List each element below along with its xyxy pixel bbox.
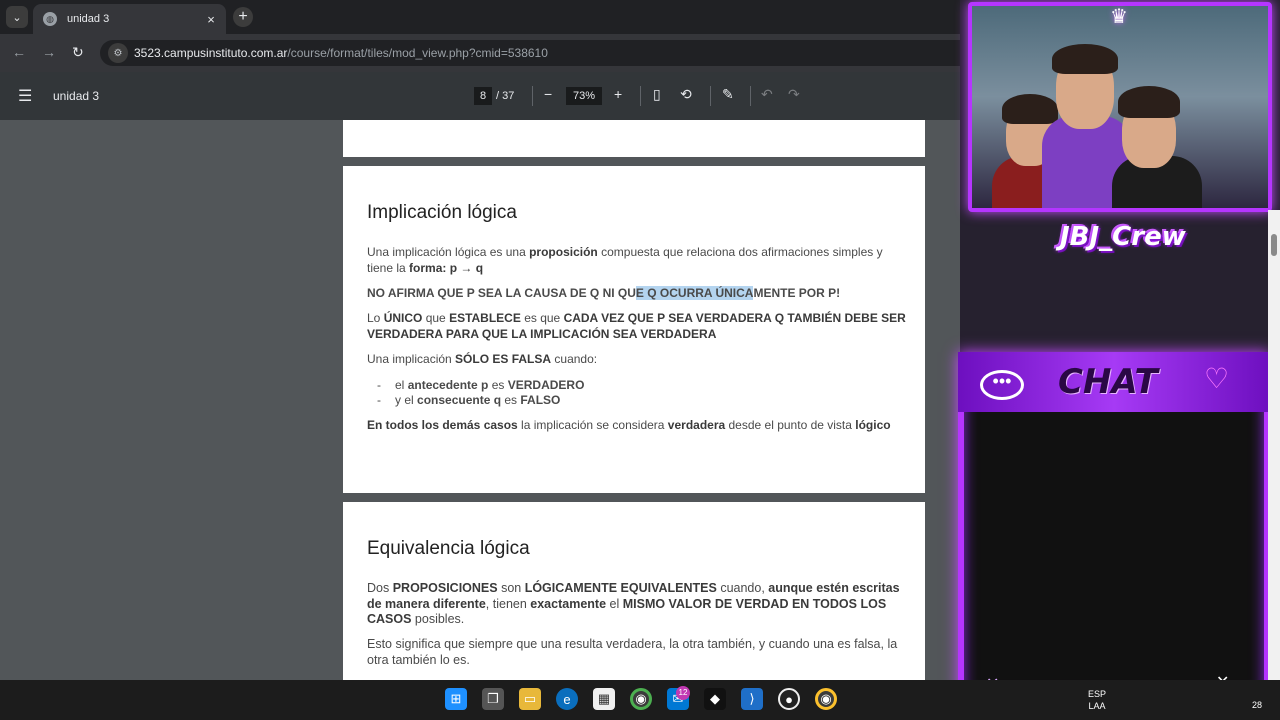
chat-bubble-icon: ••• xyxy=(980,370,1024,400)
scrollbar-thumb[interactable] xyxy=(1271,234,1277,256)
annotate-pen-icon[interactable]: ✎ xyxy=(722,86,734,103)
heart-icon: ♡ xyxy=(1204,363,1230,394)
address-bar[interactable]: ⚙ 3523.campusinstituto.com.ar/course/for… xyxy=(100,40,980,66)
section-heading: Implicación lógica xyxy=(367,202,517,223)
person-hair xyxy=(1118,86,1180,118)
paragraph-definition: Dos PROPOSICIONES son LÓGICAMENTE EQUIVA… xyxy=(367,581,900,626)
reload-icon[interactable]: ↻ xyxy=(72,44,84,61)
obs-icon[interactable]: ● xyxy=(778,688,800,710)
pdf-page-implicacion: Implicación lógica Una implicación lógic… xyxy=(343,166,925,493)
tab-close-icon[interactable]: × xyxy=(202,12,220,27)
person-hair xyxy=(1002,94,1058,124)
windows-start-icon[interactable]: ⊞ xyxy=(445,688,467,710)
list-item: - el antecedente p es VERDADERO xyxy=(377,378,585,392)
zoom-in-button[interactable]: + xyxy=(614,86,622,102)
pdf-page-previous xyxy=(343,120,925,157)
language-indicator[interactable]: ESP LAA xyxy=(1088,688,1106,712)
tab-title: unidad 3 xyxy=(67,13,110,25)
chevron-down-icon: ⌄ xyxy=(12,11,22,24)
forward-icon[interactable]: → xyxy=(42,44,56,60)
undo-icon[interactable]: ↶ xyxy=(761,86,773,103)
back-icon[interactable]: ← xyxy=(12,44,26,60)
vscode-icon[interactable]: ⟩ xyxy=(741,688,763,710)
text-selection-highlight: E Q OCURRA ÚNICA xyxy=(635,286,754,300)
task-view-icon[interactable]: ❐ xyxy=(482,688,504,710)
paragraph-definition: Una implicación lógica es una proposició… xyxy=(367,245,883,275)
crown-icon: ♛ xyxy=(1110,6,1128,28)
list-item: -y el consecuente q es FALSO xyxy=(377,393,561,407)
toolbar-divider xyxy=(750,86,751,106)
globe-icon: ◍ xyxy=(43,12,57,26)
paragraph-warning: NO AFIRMA QUE P SEA LA CAUSA DE Q NI QUE… xyxy=(367,286,841,300)
url-host: 3523.campusinstituto.com.ar xyxy=(134,46,288,60)
tidal-icon[interactable]: ◆ xyxy=(704,688,726,710)
rotate-icon[interactable]: ⟲ xyxy=(680,86,692,103)
menu-icon[interactable]: ☰ xyxy=(18,86,32,106)
toolbar-divider xyxy=(532,86,533,106)
crew-logo-text: JBJ_Crew xyxy=(1060,222,1186,252)
file-explorer-icon[interactable]: ▭ xyxy=(519,688,541,710)
paragraph-solo-falsa: Una implicación SÓLO ES FALSA cuando: xyxy=(367,352,598,366)
tab-search-button[interactable]: ⌄ xyxy=(6,6,28,28)
tab-unidad-3[interactable]: ◍ unidad 3 × xyxy=(33,4,226,34)
page-scrollbar[interactable] xyxy=(1268,210,1280,680)
site-info-icon[interactable]: ⚙ xyxy=(108,43,128,63)
edge-icon[interactable]: e xyxy=(556,688,578,710)
pdf-page-equivalencia: Equivalencia lógica Dos PROPOSICIONES so… xyxy=(343,502,925,680)
toolbar-divider xyxy=(640,86,641,106)
webcam-frame xyxy=(968,2,1272,212)
paragraph-unico: Lo ÚNICO que ESTABLECE es que CADA VEZ Q… xyxy=(367,311,906,341)
page-number-input[interactable]: 8 xyxy=(474,87,492,105)
zoom-out-button[interactable]: − xyxy=(544,86,552,102)
pdf-document-title: unidad 3 xyxy=(53,89,100,103)
zoom-level-input[interactable]: 73% xyxy=(566,87,602,105)
store-icon[interactable]: ▦ xyxy=(593,688,615,710)
chrome-profile-icon[interactable]: ◉ xyxy=(815,688,837,710)
paragraph-demas-casos: En todos los demás casos la implicación … xyxy=(367,418,891,432)
paragraph-meaning: Esto significa que siempre que una resul… xyxy=(367,637,898,667)
notification-badge: 12 xyxy=(676,686,690,700)
redo-icon[interactable]: ↷ xyxy=(788,86,800,103)
chrome-icon[interactable]: ◉ xyxy=(630,688,652,710)
chat-title: CHAT xyxy=(1058,362,1158,402)
new-tab-button[interactable]: + xyxy=(233,7,253,27)
section-heading: Equivalencia lógica xyxy=(367,538,530,559)
fit-page-icon[interactable]: ▯ xyxy=(653,86,661,103)
url-path: /course/format/tiles/mod_view.php?cmid=5… xyxy=(287,46,548,60)
person-hair xyxy=(1052,44,1118,74)
clock[interactable]: 28 xyxy=(1252,700,1262,710)
toolbar-divider xyxy=(710,86,711,106)
page-total: / 37 xyxy=(496,90,515,102)
